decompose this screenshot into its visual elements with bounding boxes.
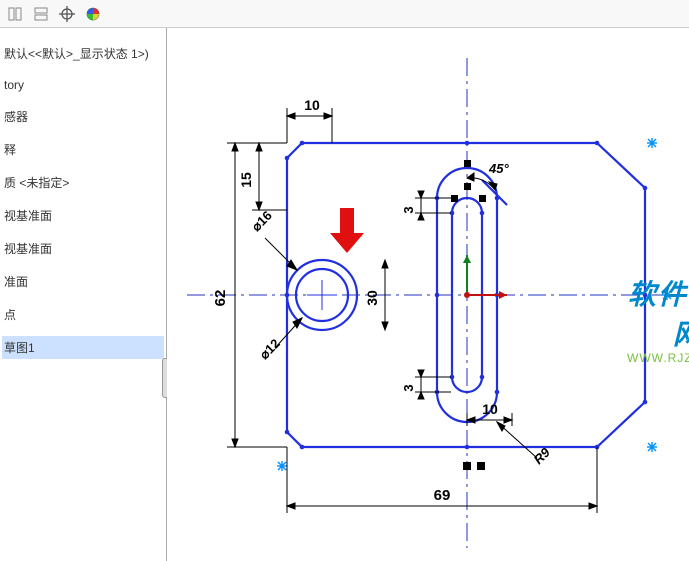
tree-history[interactable]: tory (2, 75, 164, 95)
circle-cross (307, 280, 337, 310)
red-arrow-icon (330, 208, 364, 253)
cad-sketch: 10 15 62 ⌀16 ⌀12 30 (167, 28, 689, 561)
tool-appearance-icon[interactable] (82, 3, 104, 25)
tool-target-icon[interactable] (56, 3, 78, 25)
dim-10-top: 10 (304, 97, 320, 113)
tree-plane-top[interactable]: 视基准面 (2, 237, 164, 260)
dim-45deg: 45° (488, 161, 509, 176)
dim-10-slot: 10 (482, 401, 498, 417)
origin-marker (463, 255, 507, 299)
dim-d16: ⌀16 (249, 208, 275, 234)
graphics-viewport[interactable]: 10 15 62 ⌀16 ⌀12 30 (167, 28, 689, 561)
dim-69: 69 (434, 487, 451, 504)
tree-annotation[interactable]: 释 (2, 138, 164, 161)
dim-30: 30 (364, 290, 380, 306)
dim-15: 15 (238, 172, 254, 188)
dimensions: 10 15 62 ⌀16 ⌀12 30 (212, 97, 597, 513)
dim-d12: ⌀12 (257, 336, 283, 362)
tool-btn-1[interactable] (4, 3, 26, 25)
tree-material[interactable]: 质 <未指定> (2, 171, 164, 194)
dim-62: 62 (212, 290, 229, 307)
tree-config[interactable]: 默认<<默认>_显示状态 1>) (2, 42, 164, 65)
tree-plane-right[interactable]: 准面 (2, 270, 164, 293)
feature-tree-panel: 默认<<默认>_显示状态 1>) tory 感器 释 质 <未指定> 视基准面 … (0, 28, 167, 561)
tree-plane-front[interactable]: 视基准面 (2, 204, 164, 227)
tree-sensor[interactable]: 感器 (2, 105, 164, 128)
dim-3-bot: 3 (401, 384, 416, 391)
tree-sketch1[interactable]: 草图1 (2, 336, 164, 359)
toolbar (0, 0, 689, 28)
tool-btn-2[interactable] (30, 3, 52, 25)
tree-origin[interactable]: 点 (2, 303, 164, 326)
dim-3-top: 3 (401, 206, 416, 213)
